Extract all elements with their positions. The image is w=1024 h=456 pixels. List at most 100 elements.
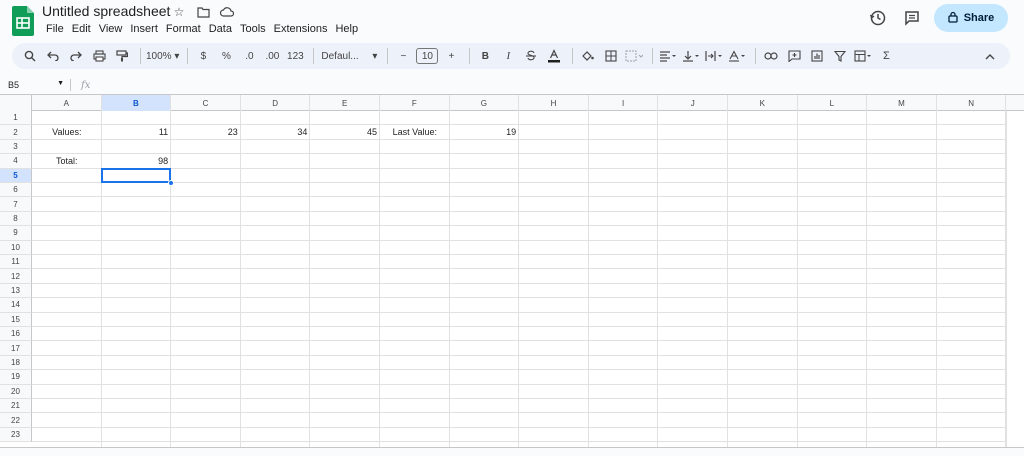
star-icon[interactable]: ☆ — [170, 4, 188, 20]
italic-button[interactable]: I — [498, 46, 518, 66]
move-folder-icon[interactable] — [194, 4, 212, 20]
redo-icon[interactable] — [66, 46, 86, 66]
document-title[interactable]: Untitled spreadsheet — [42, 3, 170, 19]
fill-handle[interactable] — [168, 180, 175, 186]
menu-insert[interactable]: Insert — [126, 22, 162, 36]
undo-icon[interactable] — [43, 46, 63, 66]
cell-a4[interactable]: Total: — [32, 154, 102, 168]
functions-button[interactable]: Σ — [876, 46, 896, 66]
row-header-5[interactable]: 5 — [0, 168, 32, 183]
row-header-21[interactable]: 21 — [0, 399, 32, 414]
fill-color-icon[interactable] — [578, 46, 598, 66]
column-header-a[interactable]: A — [32, 95, 102, 111]
row-header-1[interactable]: 1 — [0, 111, 32, 126]
row-header-10[interactable]: 10 — [0, 240, 32, 255]
increase-font-size-button[interactable]: + — [441, 46, 461, 66]
sheets-logo-icon[interactable] — [12, 6, 34, 36]
insert-comment-icon[interactable] — [784, 46, 804, 66]
row-header-11[interactable]: 11 — [0, 255, 32, 270]
column-header-g[interactable]: G — [450, 95, 520, 111]
cell-c2[interactable]: 23 — [171, 125, 241, 139]
name-box[interactable]: B5 ▼ — [0, 80, 70, 90]
more-formats-button[interactable]: 123 — [285, 46, 305, 66]
menu-file[interactable]: File — [42, 22, 68, 36]
column-header-n[interactable]: N — [937, 95, 1007, 111]
cell-b4[interactable]: 98 — [102, 154, 172, 168]
cell-d2[interactable]: 34 — [241, 125, 311, 139]
horizontal-align-icon[interactable] — [658, 46, 678, 66]
column-header-d[interactable]: D — [241, 95, 311, 111]
cell-f2[interactable]: Last Value: — [380, 125, 450, 139]
column-header-e[interactable]: E — [310, 95, 380, 111]
select-all-corner[interactable] — [0, 95, 32, 111]
percent-format-button[interactable]: % — [216, 46, 236, 66]
text-color-icon[interactable] — [544, 46, 564, 66]
menu-help[interactable]: Help — [331, 22, 362, 36]
strikethrough-icon[interactable] — [521, 46, 541, 66]
menu-data[interactable]: Data — [205, 22, 236, 36]
column-header-k[interactable]: K — [728, 95, 798, 111]
row-header-2[interactable]: 2 — [0, 125, 32, 140]
row-header-23[interactable]: 23 — [0, 427, 32, 443]
column-header-l[interactable]: L — [798, 95, 868, 111]
row-header-6[interactable]: 6 — [0, 183, 32, 198]
column-header-m[interactable]: M — [867, 95, 937, 111]
cell-e2[interactable]: 45 — [310, 125, 380, 139]
spreadsheet-grid[interactable]: ABCDEFGHIJKLMN 1 2 3 4 5 6 7 8 9 10 11 12 13 14 15 16 17… — [0, 94, 1024, 456]
version-history-icon[interactable] — [866, 6, 890, 30]
menu-edit[interactable]: Edit — [68, 22, 95, 36]
font-size-input[interactable]: 10 — [416, 46, 439, 66]
row-header-3[interactable]: 3 — [0, 139, 32, 155]
row-header-14[interactable]: 14 — [0, 298, 32, 313]
insert-link-icon[interactable] — [761, 46, 781, 66]
row-header-4[interactable]: 4 — [0, 154, 32, 169]
cell-b2[interactable]: 11 — [102, 125, 172, 139]
column-header-h[interactable]: H — [519, 95, 589, 111]
currency-format-button[interactable]: $ — [193, 46, 213, 66]
formula-input[interactable] — [98, 78, 1024, 92]
comments-icon[interactable] — [900, 6, 924, 30]
column-header-f[interactable]: F — [380, 95, 450, 111]
menu-view[interactable]: View — [95, 22, 127, 36]
filter-views-icon[interactable] — [853, 46, 873, 66]
search-menus-icon[interactable] — [20, 46, 40, 66]
row-header-12[interactable]: 12 — [0, 269, 32, 284]
row-header-22[interactable]: 22 — [0, 413, 32, 428]
insert-chart-icon[interactable] — [807, 46, 827, 66]
column-header-i[interactable]: I — [589, 95, 659, 111]
increase-decimal-button[interactable]: .00 — [262, 46, 282, 66]
row-header-17[interactable]: 17 — [0, 341, 32, 356]
merge-cells-icon[interactable] — [624, 46, 644, 66]
row-header-16[interactable]: 16 — [0, 327, 32, 342]
column-header-b[interactable]: B — [101, 95, 172, 111]
row-header-18[interactable]: 18 — [0, 355, 32, 371]
share-button[interactable]: Share — [934, 4, 1008, 32]
column-header-c[interactable]: C — [171, 95, 241, 111]
cloud-status-icon[interactable] — [218, 4, 236, 20]
decrease-font-size-button[interactable]: − — [393, 46, 413, 66]
vertical-scrollbar[interactable] — [1006, 111, 1024, 447]
menu-extensions[interactable]: Extensions — [270, 22, 332, 36]
cell-a2[interactable]: Values: — [32, 125, 102, 139]
row-header-20[interactable]: 20 — [0, 384, 32, 399]
selected-cell-b5[interactable] — [100, 167, 172, 183]
filter-icon[interactable] — [830, 46, 850, 66]
font-select[interactable]: Defaul... ▾ — [319, 46, 379, 66]
borders-icon[interactable] — [601, 46, 621, 66]
print-icon[interactable] — [89, 46, 109, 66]
row-header-15[interactable]: 15 — [0, 312, 32, 327]
menu-tools[interactable]: Tools — [236, 22, 270, 36]
zoom-select[interactable]: 100% ▾ — [146, 46, 179, 66]
text-rotation-icon[interactable] — [727, 46, 747, 66]
cell-g2[interactable]: 19 — [450, 125, 520, 139]
row-header-8[interactable]: 8 — [0, 211, 32, 227]
menu-format[interactable]: Format — [162, 22, 205, 36]
vertical-align-icon[interactable] — [681, 46, 701, 66]
row-header-9[interactable]: 9 — [0, 226, 32, 241]
text-wrapping-icon[interactable] — [704, 46, 724, 66]
row-header-19[interactable]: 19 — [0, 370, 32, 385]
bold-button[interactable]: B — [475, 46, 495, 66]
collapse-menus-icon[interactable] — [980, 46, 1000, 66]
paint-format-icon[interactable] — [112, 46, 132, 66]
row-header-13[interactable]: 13 — [0, 283, 32, 299]
